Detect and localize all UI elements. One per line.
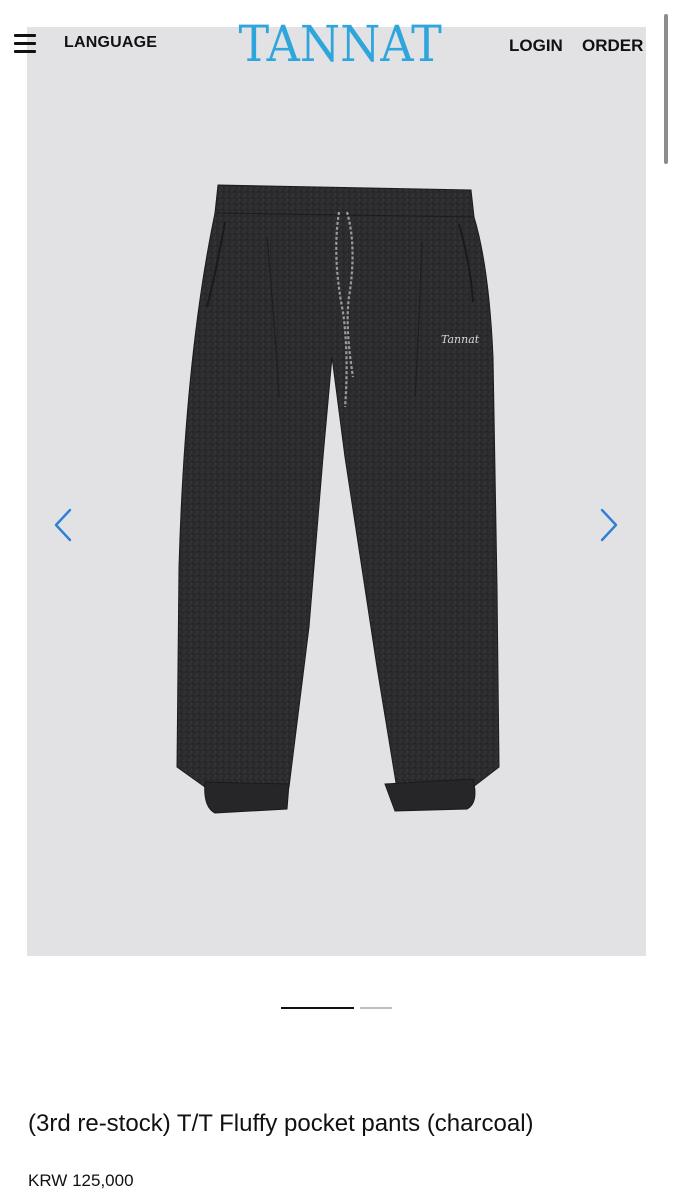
language-link[interactable]: LANGUAGE: [64, 34, 157, 52]
login-link[interactable]: LOGIN: [509, 36, 563, 56]
menu-line: [14, 42, 36, 45]
slide-dot[interactable]: [360, 1007, 392, 1009]
product-image-gallery[interactable]: Tannat: [27, 27, 646, 956]
chevron-left-icon[interactable]: [48, 505, 78, 545]
product-page: Tannat LANGUAGE TANNAT LOGIN ORDER (3rd …: [0, 0, 673, 1200]
product-title: (3rd re-stock) T/T Fluffy pocket pants (…: [28, 1110, 534, 1137]
menu-line: [14, 34, 36, 37]
order-link[interactable]: ORDER: [582, 36, 643, 56]
slide-dot-active[interactable]: [281, 1007, 354, 1009]
chevron-right-icon[interactable]: [594, 505, 624, 545]
hamburger-menu-icon[interactable]: [14, 34, 38, 54]
menu-line: [14, 50, 36, 53]
site-header: LANGUAGE TANNAT LOGIN ORDER: [0, 0, 673, 80]
page-scrollbar[interactable]: [664, 14, 668, 164]
product-image: Tannat: [176, 184, 500, 814]
product-price: KRW 125,000: [28, 1171, 134, 1190]
embroidered-logo: Tannat: [441, 333, 480, 346]
brand-logo[interactable]: TANNAT: [238, 18, 441, 70]
